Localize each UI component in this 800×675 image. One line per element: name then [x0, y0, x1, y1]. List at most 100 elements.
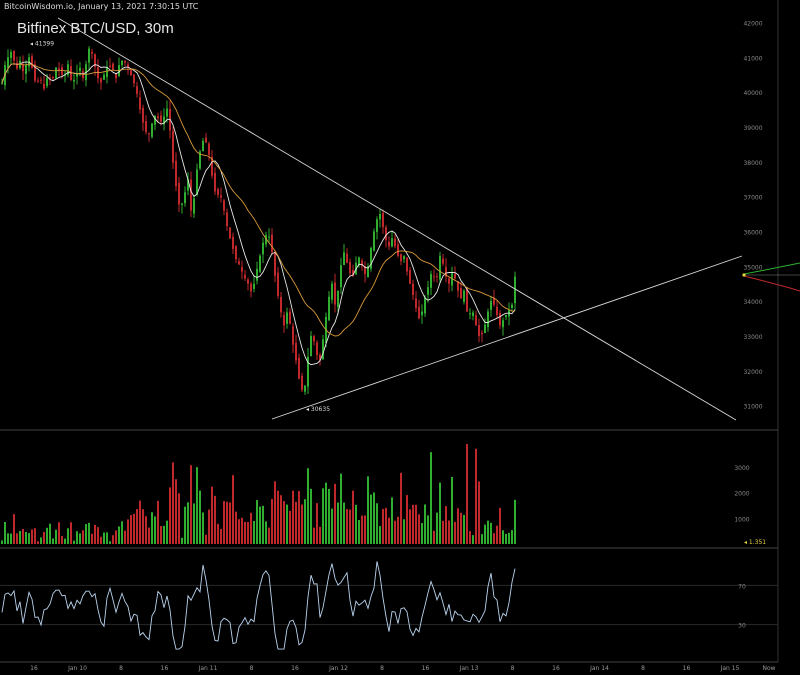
candle-body — [310, 335, 312, 357]
candle-body — [472, 312, 474, 316]
candle-body — [430, 274, 432, 288]
candle-body — [397, 244, 399, 256]
candle-body — [139, 97, 141, 110]
candle-body — [436, 276, 438, 278]
candle-body — [58, 68, 60, 71]
candle-body — [286, 312, 288, 324]
volume-bar — [181, 537, 183, 544]
volume-bar — [226, 501, 228, 544]
candle-body — [385, 227, 387, 241]
candle-body — [301, 375, 303, 390]
candle-body — [502, 320, 504, 328]
y-tick-label: 35000 — [743, 264, 762, 271]
volume-bar — [394, 520, 396, 544]
volume-bar — [289, 511, 291, 544]
y-tick-label: 31000 — [743, 404, 762, 411]
volume-bar — [7, 533, 9, 544]
volume-bar — [451, 476, 453, 544]
candle-body — [376, 219, 378, 233]
volume-bar — [103, 532, 105, 544]
candle-body — [454, 273, 456, 279]
volume-bar — [340, 473, 342, 544]
volume-bar — [403, 519, 405, 544]
candle-body — [256, 268, 258, 281]
candle-body — [136, 86, 138, 94]
volume-bar — [79, 533, 81, 544]
volume-bar — [178, 493, 180, 544]
volume-bar — [256, 500, 258, 544]
candle-body — [274, 251, 276, 276]
volume-bar — [151, 512, 153, 544]
volume-bar — [382, 508, 384, 544]
candle-body — [328, 296, 330, 321]
candle-body — [46, 78, 48, 86]
candle-body — [421, 311, 423, 316]
volume-bar — [97, 527, 99, 544]
volume-last-label: ◂ 1.351 — [744, 539, 766, 546]
price-chart[interactable]: 31000 32000 33000 34000 35000 36000 37000 38000… — [0, 0, 800, 675]
volume-bar — [70, 522, 72, 544]
x-tick-label: Now — [762, 665, 775, 672]
volume-bar — [508, 532, 510, 544]
volume-bar — [172, 462, 174, 544]
candle-body — [295, 342, 297, 361]
volume-bar — [454, 521, 456, 544]
candle-body — [298, 357, 300, 379]
candle-body — [238, 261, 240, 265]
candle-body — [43, 83, 45, 89]
candle-body — [280, 297, 282, 313]
volume-bar — [385, 507, 387, 544]
candle-body — [61, 67, 63, 75]
candle-body — [133, 74, 135, 84]
volume-bar — [112, 535, 114, 544]
volume-bar — [319, 526, 321, 544]
volume-bar — [64, 538, 66, 544]
candles — [1, 46, 516, 395]
x-tick-label: 8 — [511, 665, 515, 672]
volume-bar — [52, 538, 54, 544]
volume-bar — [286, 504, 288, 544]
candle-body — [484, 324, 486, 334]
candle-body — [88, 48, 90, 63]
volume-bar — [244, 521, 246, 544]
volume-bar — [478, 481, 480, 544]
volume-bar — [310, 488, 312, 544]
y-tick-label: 41000 — [743, 55, 762, 62]
y-tick-label: 39000 — [743, 125, 762, 132]
current-price-dot — [742, 273, 746, 277]
volume-bar — [364, 515, 366, 544]
candle-body — [346, 253, 348, 263]
volume-bar — [163, 525, 165, 544]
volume-bar — [169, 487, 171, 544]
volume-bar — [91, 533, 93, 544]
volume-bar — [241, 517, 243, 544]
candle-body — [121, 60, 123, 66]
candle-body — [340, 265, 342, 288]
x-tick-label: 16 — [422, 665, 430, 672]
volume-bar — [232, 475, 234, 544]
volume-bar — [142, 509, 144, 544]
candle-body — [343, 252, 345, 265]
volume-bar — [133, 513, 135, 544]
candle-body — [25, 64, 27, 74]
candle-body — [415, 298, 417, 309]
candle-body — [10, 52, 12, 58]
volume-bar — [328, 488, 330, 544]
volume-bar — [46, 527, 48, 544]
volume-bar — [358, 519, 360, 544]
candle-body — [400, 254, 402, 262]
ask-depth-line — [743, 275, 800, 292]
candle-body — [358, 257, 360, 265]
volume-bar — [301, 504, 303, 544]
x-tick-label: Jan 13 — [459, 665, 479, 672]
volume-bar — [205, 534, 207, 544]
volume-bar — [193, 503, 195, 544]
volume-bar — [412, 504, 414, 544]
x-tick-label: Jan 12 — [328, 665, 348, 672]
volume-bar — [460, 512, 462, 544]
volume-bar — [145, 516, 147, 544]
volume-bar — [247, 521, 249, 544]
volume-bar — [334, 483, 336, 544]
volume-bar — [271, 498, 273, 544]
volume-bar — [211, 486, 213, 544]
